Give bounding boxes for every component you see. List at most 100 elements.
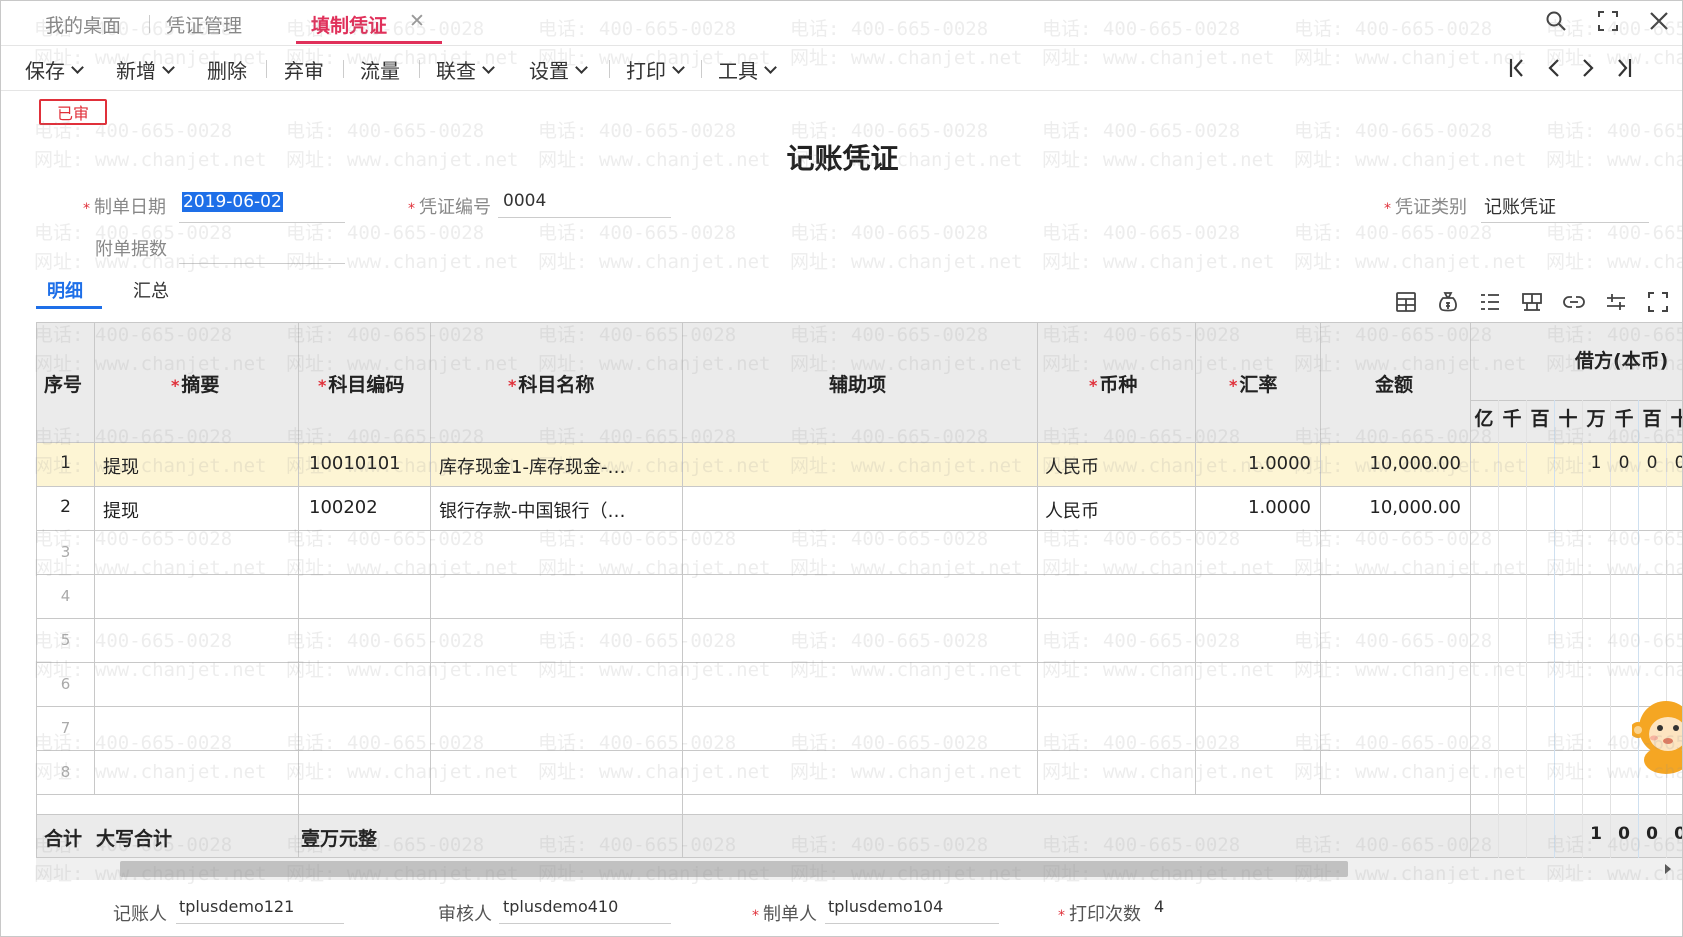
voucher-grid: 序号 * 摘要 * 科目编码 * 科目名称 辅助项 * 币种 * 汇率 金额 借方(本币)… <box>36 322 1682 858</box>
account-code-cell[interactable]: 10010101 <box>309 453 427 474</box>
grid-line <box>36 442 1682 443</box>
watermark-url: 网址: www.chanjet.net <box>538 251 771 273</box>
watermark-url: 网址: www.chanjet.net <box>790 251 1023 273</box>
date-underline <box>179 222 345 223</box>
settings-button[interactable]: 设置 <box>529 55 588 84</box>
tab-bar: 我的桌面 凭证管理 填制凭证 ✕ <box>1 1 1682 46</box>
summary-cell[interactable]: 提现 <box>103 497 293 523</box>
watermark-text: 电话: 400-665-0028网址: www.chanjet.net <box>34 219 304 277</box>
rate-cell[interactable]: 1.0000 <box>1196 497 1311 518</box>
column-settings-icon[interactable] <box>1392 288 1420 316</box>
account-name-cell[interactable]: 银行存款-中国银行（… <box>439 497 677 523</box>
date-label-text: 制单日期 <box>94 197 166 218</box>
page-title: 记账凭证 <box>786 142 899 175</box>
watermark-text: 电话: 400-665-0028网址: www.chanjet.net <box>1546 219 1682 277</box>
bookkeeper-underline <box>176 923 344 924</box>
close-icon[interactable] <box>1645 7 1673 35</box>
tab-fill-voucher[interactable]: 填制凭证 <box>311 11 387 38</box>
query-button[interactable]: 联查 <box>436 55 495 84</box>
chevron-down-icon <box>672 60 685 74</box>
digit-header: 千 <box>1502 408 1522 430</box>
header-rate: * 汇率 <box>1229 374 1278 396</box>
monkey-mascot-icon[interactable] <box>1632 688 1683 778</box>
grid-line <box>298 322 299 858</box>
chevron-down-icon <box>162 60 175 74</box>
debit-digit: 0 <box>1618 453 1630 473</box>
print-count-label: * 打印次数 <box>1058 904 1141 925</box>
grid-line <box>1470 400 1682 401</box>
header-account-name-text: 科目名称 <box>518 374 595 396</box>
abandon-audit-button[interactable]: 弃审 <box>284 55 324 84</box>
delete-button[interactable]: 删除 <box>207 55 247 84</box>
watermark-text: 电话: 400-665-0028网址: www.chanjet.net <box>1294 219 1564 277</box>
adjust-icon[interactable] <box>1602 288 1630 316</box>
summary-cell[interactable]: 提现 <box>103 453 293 479</box>
money-bag-icon[interactable] <box>1434 288 1462 316</box>
row-number: 3 <box>60 543 71 561</box>
number-underline <box>498 217 671 218</box>
chevron-down-icon <box>575 60 588 74</box>
horizontal-scrollbar[interactable] <box>36 858 1682 880</box>
date-field[interactable]: 2019-06-02 <box>182 192 283 212</box>
currency-cell[interactable]: 人民币 <box>1045 497 1190 523</box>
amount-cell[interactable]: 10,000.00 <box>1321 453 1461 474</box>
number-field[interactable]: 0004 <box>503 191 546 211</box>
watermark-phone: 电话: 400-665-0028 <box>790 222 989 244</box>
add-button[interactable]: 新增 <box>116 55 175 84</box>
list-icon[interactable] <box>1476 288 1504 316</box>
account-name-cell[interactable]: 库存现金1-库存现金-… <box>439 453 677 479</box>
layout-icon[interactable] <box>1518 288 1546 316</box>
watermark-phone: 电话: 400-665-0028 <box>34 222 233 244</box>
amount-cell[interactable]: 10,000.00 <box>1321 497 1461 518</box>
tab-voucher-management[interactable]: 凭证管理 <box>166 11 242 38</box>
grid-line <box>36 750 1682 751</box>
print-label: 打印 <box>626 59 666 83</box>
header-account-code-text: 科目编码 <box>328 374 405 396</box>
search-icon[interactable] <box>1542 7 1570 35</box>
tab-detail[interactable]: 明细 <box>47 277 83 303</box>
tab-desktop[interactable]: 我的桌面 <box>45 11 121 38</box>
toolbar-divider <box>343 60 344 78</box>
header-amount: 金额 <box>1375 374 1414 396</box>
attachments-underline <box>179 263 345 264</box>
flow-button[interactable]: 流量 <box>360 55 400 84</box>
grid-line <box>36 530 1682 531</box>
fullscreen-icon[interactable] <box>1644 288 1672 316</box>
attachments-label: 附单据数 <box>95 239 167 260</box>
debit-digit: 0 <box>1646 453 1658 473</box>
next-record-icon[interactable] <box>1575 54 1601 82</box>
tab-summary[interactable]: 汇总 <box>133 277 169 303</box>
maximize-icon[interactable] <box>1594 7 1622 35</box>
header-seq: 序号 <box>44 374 83 396</box>
maker-label-text: 制单人 <box>763 904 817 925</box>
previous-record-icon[interactable] <box>1541 54 1567 82</box>
last-record-icon[interactable] <box>1611 54 1637 82</box>
digit-header: 百 <box>1642 408 1662 430</box>
debit-digit: 0 <box>1666 453 1682 473</box>
chevron-down-icon <box>482 60 495 74</box>
watermark-phone: 电话: 400-665-0028 <box>1294 222 1493 244</box>
total-label: 合计 <box>44 828 83 850</box>
add-label: 新增 <box>116 59 156 83</box>
save-button[interactable]: 保存 <box>25 55 84 84</box>
category-field[interactable]: 记账凭证 <box>1484 193 1556 219</box>
grid-line <box>1554 400 1555 858</box>
grid-line <box>430 322 431 794</box>
print-button[interactable]: 打印 <box>626 55 685 84</box>
account-code-cell[interactable]: 100202 <box>309 497 427 518</box>
scroll-right-icon[interactable] <box>1664 863 1672 875</box>
rate-cell[interactable]: 1.0000 <box>1196 453 1311 474</box>
scrollbar-thumb[interactable] <box>120 861 1348 877</box>
grid-line <box>1195 322 1196 794</box>
tab-close-icon[interactable]: ✕ <box>409 10 425 32</box>
header-rate-text: 汇率 <box>1239 374 1278 396</box>
number-label: * 凭证编号 <box>408 197 491 218</box>
tools-button[interactable]: 工具 <box>718 55 777 84</box>
maker-underline <box>825 923 999 924</box>
row-number: 4 <box>60 587 71 605</box>
watermark-text: 电话: 400-665-0028网址: www.chanjet.net <box>286 219 556 277</box>
auditor-label: 审核人 <box>438 904 492 925</box>
currency-cell[interactable]: 人民币 <box>1045 453 1190 479</box>
first-record-icon[interactable] <box>1504 54 1530 82</box>
link-icon[interactable] <box>1560 288 1588 316</box>
